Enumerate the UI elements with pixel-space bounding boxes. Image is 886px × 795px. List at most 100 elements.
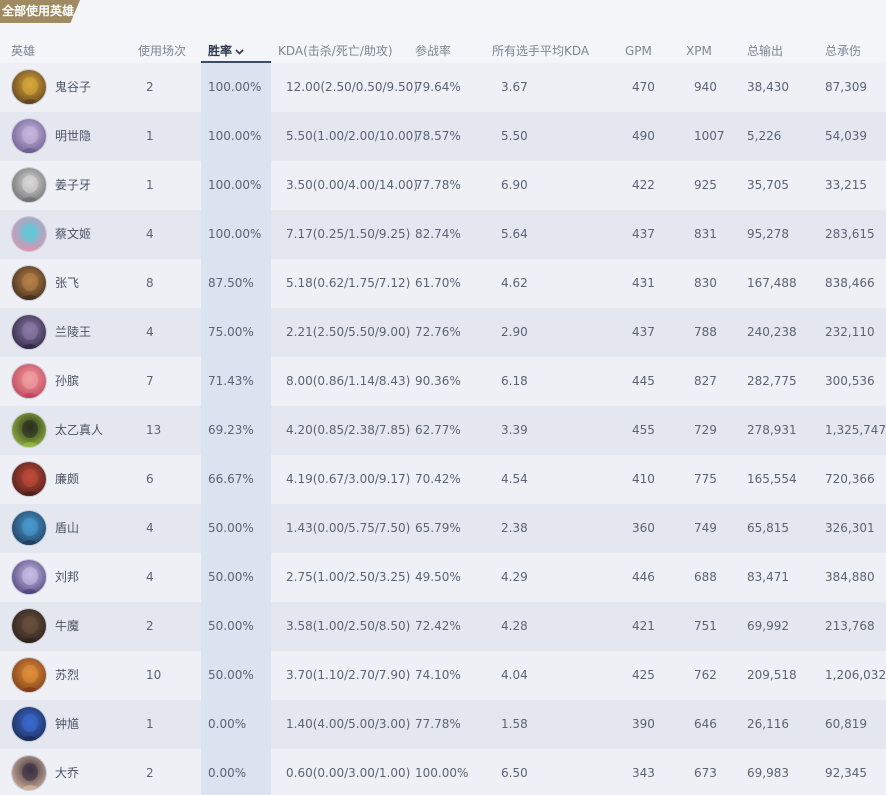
hero-avatar[interactable] (11, 461, 47, 497)
avg-kda-value: 2.90 (501, 325, 528, 339)
damage-taken-value: 1,325,747 (825, 423, 886, 437)
hero-avatar[interactable] (11, 118, 47, 154)
header-damage[interactable]: 总输出 (747, 43, 783, 59)
winrate-value: 50.00% (208, 521, 254, 535)
kda-value: 2.75(1.00/2.50/3.25) (286, 570, 411, 584)
damage-taken-value: 300,536 (825, 374, 875, 388)
games-count: 10 (146, 668, 162, 682)
header-taken[interactable]: 总承伤 (825, 43, 861, 59)
table-row[interactable]: 张飞 8 87.50% 5.18(0.62/1.75/7.12) 61.70% 4.62 4… (0, 259, 886, 308)
hero-avatar[interactable] (11, 755, 47, 791)
hero-name[interactable]: 兰陵王 (55, 308, 91, 357)
table-row[interactable]: 盾山 4 50.00% 1.43(0.00/5.75/7.50) 65.79% 2.38 3… (0, 504, 886, 553)
table-row[interactable]: 大乔 2 0.00% 0.60(0.00/3.00/1.00) 100.00% 6.50 3… (0, 749, 886, 795)
hero-avatar[interactable] (11, 510, 47, 546)
hero-portrait-icon (12, 266, 46, 300)
xpm-value: 925 (694, 178, 717, 192)
hero-name[interactable]: 姜子牙 (55, 161, 91, 210)
table-row[interactable]: 明世隐 1 100.00% 5.50(1.00/2.00/10.00) 78.57% 5.… (0, 112, 886, 161)
damage-value: 83,471 (747, 570, 789, 584)
header-gpm[interactable]: GPM (625, 43, 652, 59)
damage-value: 209,518 (747, 668, 797, 682)
hero-avatar[interactable] (11, 559, 47, 595)
winrate-value: 100.00% (208, 80, 262, 94)
games-count: 4 (146, 521, 154, 535)
gpm-value: 410 (632, 472, 655, 486)
header-avg-kda[interactable]: 所有选手平均KDA (492, 43, 589, 59)
table-row[interactable]: 刘邦 4 50.00% 2.75(1.00/2.50/3.25) 49.50% 4.29 4… (0, 553, 886, 602)
damage-value: 95,278 (747, 227, 789, 241)
damage-value: 278,931 (747, 423, 797, 437)
winrate-value: 69.23% (208, 423, 254, 437)
header-xpm[interactable]: XPM (686, 43, 712, 59)
avg-kda-value: 5.50 (501, 129, 528, 143)
hero-name[interactable]: 廉颇 (55, 455, 79, 504)
gpm-value: 421 (632, 619, 655, 633)
hero-name[interactable]: 盾山 (55, 504, 79, 553)
hero-name[interactable]: 大乔 (55, 749, 79, 795)
kda-value: 5.50(1.00/2.00/10.00) (286, 129, 418, 143)
table-row[interactable]: 蔡文姬 4 100.00% 7.17(0.25/1.50/9.25) 82.74% 5.6… (0, 210, 886, 259)
damage-value: 69,992 (747, 619, 789, 633)
gpm-value: 390 (632, 717, 655, 731)
hero-avatar[interactable] (11, 657, 47, 693)
hero-avatar[interactable] (11, 216, 47, 252)
hero-avatar[interactable] (11, 363, 47, 399)
hero-name[interactable]: 太乙真人 (55, 406, 103, 455)
hero-portrait-icon (12, 560, 46, 594)
kda-value: 3.70(1.10/2.70/7.90) (286, 668, 411, 682)
avg-kda-value: 2.38 (501, 521, 528, 535)
table-row[interactable]: 苏烈 10 50.00% 3.70(1.10/2.70/7.90) 74.10% 4.04… (0, 651, 886, 700)
hero-avatar[interactable] (11, 608, 47, 644)
avg-kda-value: 3.67 (501, 80, 528, 94)
kda-value: 1.40(4.00/5.00/3.00) (286, 717, 411, 731)
table-row[interactable]: 兰陵王 4 75.00% 2.21(2.50/5.50/9.00) 72.76% 2.90… (0, 308, 886, 357)
hero-avatar[interactable] (11, 314, 47, 350)
hero-name[interactable]: 钟馗 (55, 700, 79, 749)
header-kda[interactable]: KDA(击杀/死亡/助攻) (278, 43, 393, 59)
damage-value: 5,226 (747, 129, 782, 143)
participation-value: 82.74% (415, 227, 461, 241)
hero-avatar[interactable] (11, 412, 47, 448)
hero-avatar[interactable] (11, 69, 47, 105)
avg-kda-value: 6.50 (501, 766, 528, 780)
hero-table-body: 鬼谷子 2 100.00% 12.00(2.50/0.50/9.50) 79.64% 3.… (0, 63, 886, 795)
hero-avatar[interactable] (11, 167, 47, 203)
gpm-value: 422 (632, 178, 655, 192)
table-row[interactable]: 姜子牙 1 100.00% 3.50(0.00/4.00/14.00) 77.78% 6.… (0, 161, 886, 210)
winrate-value: 87.50% (208, 276, 254, 290)
table-row[interactable]: 廉颇 6 66.67% 4.19(0.67/3.00/9.17) 70.42% 4.54 4… (0, 455, 886, 504)
kda-value: 3.58(1.00/2.50/8.50) (286, 619, 411, 633)
hero-name[interactable]: 牛魔 (55, 602, 79, 651)
hero-avatar[interactable] (11, 706, 47, 742)
participation-value: 70.42% (415, 472, 461, 486)
hero-name[interactable]: 明世隐 (55, 112, 91, 161)
damage-taken-value: 232,110 (825, 325, 875, 339)
table-row[interactable]: 牛魔 2 50.00% 3.58(1.00/2.50/8.50) 72.42% 4.28 4… (0, 602, 886, 651)
avg-kda-value: 6.18 (501, 374, 528, 388)
hero-name[interactable]: 刘邦 (55, 553, 79, 602)
hero-name[interactable]: 张飞 (55, 259, 79, 308)
winrate-value: 71.43% (208, 374, 254, 388)
header-winrate-label: 胜率 (208, 44, 233, 58)
games-count: 4 (146, 570, 154, 584)
hero-name[interactable]: 苏烈 (55, 651, 79, 700)
hero-portrait-icon (12, 70, 46, 104)
header-winrate[interactable]: 胜率 (208, 43, 244, 59)
hero-name[interactable]: 鬼谷子 (55, 63, 91, 112)
avg-kda-value: 5.64 (501, 227, 528, 241)
xpm-value: 729 (694, 423, 717, 437)
table-row[interactable]: 钟馗 1 0.00% 1.40(4.00/5.00/3.00) 77.78% 1.58 39… (0, 700, 886, 749)
table-row[interactable]: 太乙真人 13 69.23% 4.20(0.85/2.38/7.85) 62.77% 3.… (0, 406, 886, 455)
hero-portrait-icon (12, 413, 46, 447)
hero-name[interactable]: 蔡文姬 (55, 210, 91, 259)
xpm-value: 940 (694, 80, 717, 94)
table-row[interactable]: 孙膑 7 71.43% 8.00(0.86/1.14/8.43) 90.36% 6.18 4… (0, 357, 886, 406)
damage-taken-value: 60,819 (825, 717, 867, 731)
header-participation[interactable]: 参战率 (415, 43, 451, 59)
hero-name[interactable]: 孙膑 (55, 357, 79, 406)
header-games[interactable]: 使用场次 (138, 43, 186, 59)
header-hero[interactable]: 英雄 (11, 43, 35, 59)
hero-avatar[interactable] (11, 265, 47, 301)
table-row[interactable]: 鬼谷子 2 100.00% 12.00(2.50/0.50/9.50) 79.64% 3.… (0, 63, 886, 112)
